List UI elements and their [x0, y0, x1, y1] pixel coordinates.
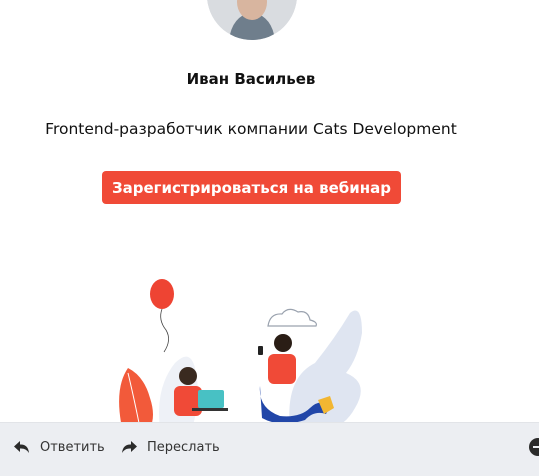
email-body: Иван Васильев Frontend-разработчик компа… — [0, 0, 539, 422]
reply-icon — [14, 441, 29, 453]
forward-icon — [122, 441, 137, 453]
forward-label: Переслать — [147, 439, 220, 455]
email-action-bar: Ответить Переслать — [0, 422, 539, 476]
reply-button[interactable]: Ответить — [14, 436, 105, 458]
speaker-avatar — [207, 0, 297, 40]
speaker-name: Иван Васильев — [186, 70, 316, 88]
leaf-icon — [119, 368, 153, 422]
cloud-icon — [267, 308, 317, 327]
webinar-illustration — [119, 279, 362, 422]
register-webinar-button[interactable]: Зарегистрироваться на вебинар — [102, 171, 401, 204]
forward-button[interactable]: Переслать — [121, 436, 220, 458]
speaker-role: Frontend-разработчик компании Cats Devel… — [45, 120, 457, 138]
reply-label: Ответить — [40, 439, 105, 455]
more-icon[interactable] — [529, 438, 539, 456]
laptop-icon — [198, 390, 224, 408]
phone-icon — [258, 346, 263, 355]
balloon-icon — [150, 279, 174, 353]
